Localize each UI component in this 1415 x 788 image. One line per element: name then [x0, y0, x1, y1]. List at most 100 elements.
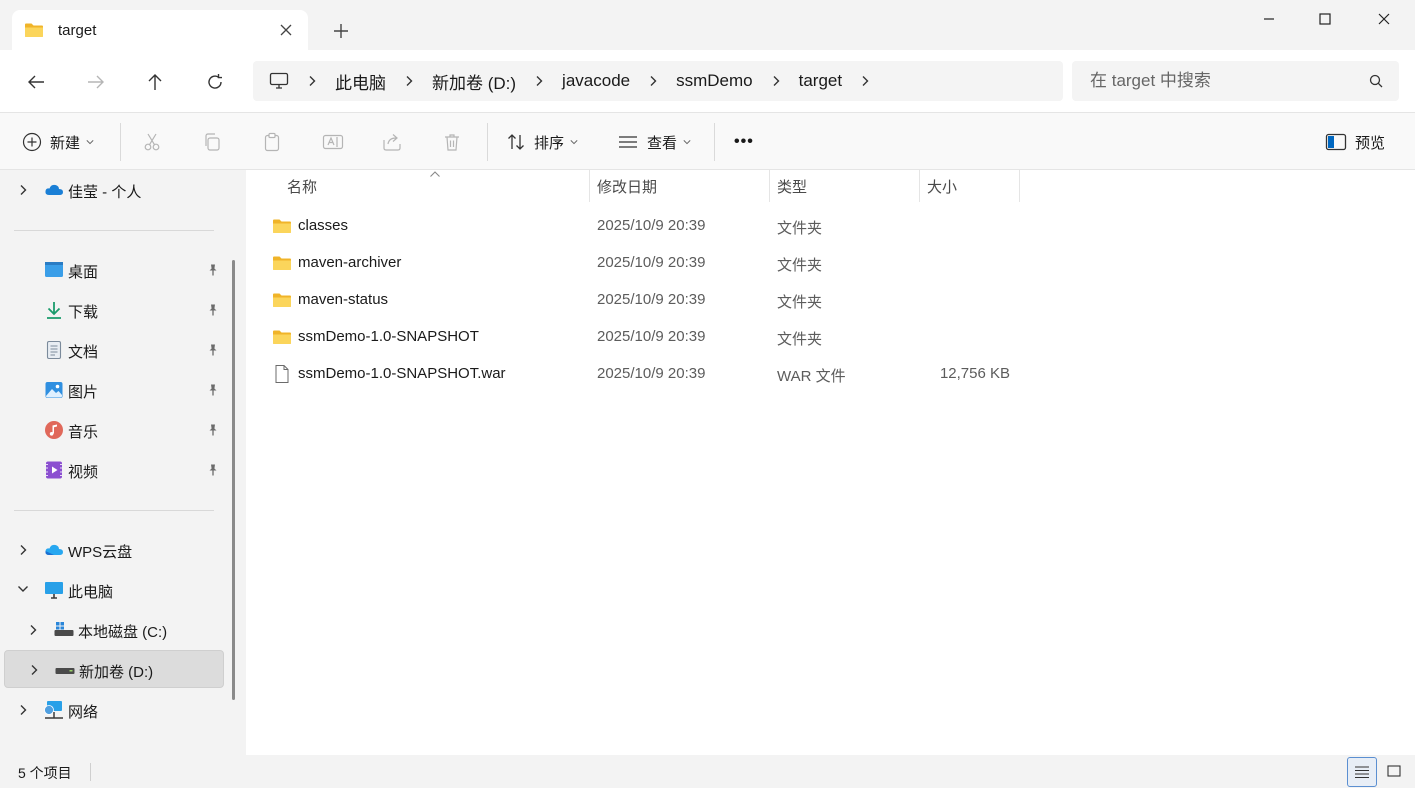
preview-pane-icon: [1325, 133, 1347, 151]
chevron-right-icon[interactable]: [534, 75, 544, 87]
close-icon[interactable]: [278, 22, 294, 38]
sidebar-item-onedrive[interactable]: 佳莹 - 个人: [4, 171, 224, 209]
file-icon: [275, 365, 289, 383]
sidebar-item-pictures[interactable]: 图片: [4, 371, 224, 409]
breadcrumb-drive-d[interactable]: 新加卷 (D:): [432, 69, 516, 94]
sidebar-item-drive-d[interactable]: 新加卷 (D:): [4, 650, 224, 688]
close-window-icon: [1378, 13, 1390, 25]
drive-icon: [55, 668, 75, 674]
breadcrumb-javacode[interactable]: javacode: [562, 71, 630, 91]
chevron-right-icon[interactable]: [648, 75, 658, 87]
sidebar-item-label: 佳莹 - 个人: [68, 184, 142, 201]
pin-icon[interactable]: [206, 303, 220, 317]
delete-button[interactable]: [442, 113, 462, 171]
sidebar-item-wps-cloud[interactable]: WPS云盘: [4, 531, 224, 569]
pin-icon[interactable]: [206, 343, 220, 357]
chevron-right-icon[interactable]: [18, 704, 28, 716]
view-button[interactable]: 查看: [617, 113, 691, 171]
search-box[interactable]: [1072, 61, 1399, 101]
details-view-button[interactable]: [1347, 757, 1377, 787]
chevron-right-icon[interactable]: [18, 184, 28, 196]
sort-ascending-icon: [430, 171, 440, 177]
table-row[interactable]: ssmDemo-1.0-SNAPSHOT 2025/10/9 20:39 文件夹: [266, 318, 1266, 355]
scissors-icon: [144, 133, 160, 151]
share-button[interactable]: [382, 113, 402, 171]
sidebar-item-network[interactable]: 网络: [4, 691, 224, 729]
address-bar[interactable]: 此电脑 新加卷 (D:) javacode ssmDemo target: [253, 61, 1063, 101]
chevron-right-icon[interactable]: [28, 624, 38, 636]
chevron-right-icon[interactable]: [404, 75, 414, 87]
new-label: 新建: [50, 134, 81, 152]
sidebar-item-downloads[interactable]: 下载: [4, 291, 224, 329]
music-icon: [45, 421, 63, 439]
chevron-right-icon[interactable]: [18, 544, 28, 556]
file-name: ssmDemo-1.0-SNAPSHOT: [298, 328, 479, 345]
sidebar-scrollbar[interactable]: [232, 260, 235, 700]
sidebar-item-videos[interactable]: 视频: [4, 451, 224, 489]
plus-icon[interactable]: [330, 20, 352, 42]
rename-button[interactable]: [322, 113, 344, 171]
pin-icon[interactable]: [206, 423, 220, 437]
sidebar-item-label: 桌面: [68, 264, 99, 281]
up-button[interactable]: [139, 66, 171, 98]
more-options-button[interactable]: •••: [734, 113, 754, 171]
sort-icon: [508, 134, 524, 150]
clipboard-icon: [264, 132, 280, 152]
breadcrumb-target[interactable]: target: [799, 71, 842, 91]
close-window-button[interactable]: [1354, 4, 1414, 34]
paste-button[interactable]: [262, 113, 282, 171]
tab-target[interactable]: target: [12, 10, 308, 50]
large-icons-view-button[interactable]: [1379, 757, 1409, 787]
sidebar-item-drive-c[interactable]: 本地磁盘 (C:): [4, 611, 224, 649]
table-row[interactable]: maven-archiver 2025/10/9 20:39 文件夹: [266, 244, 1266, 281]
column-header-type[interactable]: 类型: [770, 170, 920, 202]
chevron-right-icon[interactable]: [29, 664, 39, 676]
back-button[interactable]: [20, 66, 52, 98]
column-header-date[interactable]: 修改日期: [590, 170, 770, 202]
sort-button[interactable]: 排序: [506, 113, 578, 171]
sidebar-item-desktop[interactable]: 桌面: [4, 251, 224, 289]
pictures-icon: [45, 382, 63, 398]
forward-button[interactable]: [80, 66, 112, 98]
rename-icon: [322, 134, 344, 150]
desktop-icon: [45, 262, 63, 277]
breadcrumb-ssmdemo[interactable]: ssmDemo: [676, 71, 753, 91]
plus-circle-icon: [22, 132, 42, 152]
sidebar-item-label: 本地磁盘 (C:): [78, 624, 168, 641]
chevron-right-icon[interactable]: [771, 75, 781, 87]
cut-button[interactable]: [142, 113, 162, 171]
table-row[interactable]: classes 2025/10/9 20:39 文件夹: [266, 207, 1266, 244]
sidebar-item-this-pc[interactable]: 此电脑: [4, 571, 224, 609]
arrow-up-icon: [148, 74, 162, 90]
breadcrumb-this-pc[interactable]: 此电脑: [335, 69, 386, 94]
item-count: 5 个项目: [18, 765, 72, 781]
column-header-label: 大小: [927, 178, 958, 196]
search-icon[interactable]: [1369, 74, 1383, 88]
chevron-right-icon[interactable]: [860, 75, 870, 87]
column-header-label: 名称: [287, 178, 318, 196]
preview-pane-button[interactable]: 预览: [1325, 113, 1385, 171]
new-button[interactable]: 新建: [22, 113, 94, 171]
preview-label: 预览: [1355, 134, 1386, 152]
table-row[interactable]: maven-status 2025/10/9 20:39 文件夹: [266, 281, 1266, 318]
pin-icon[interactable]: [206, 463, 220, 477]
file-type: 文件夹: [777, 220, 823, 237]
pin-icon[interactable]: [206, 383, 220, 397]
chevron-down-icon[interactable]: [17, 585, 29, 593]
table-row[interactable]: ssmDemo-1.0-SNAPSHOT.war 2025/10/9 20:39…: [266, 355, 1266, 392]
copy-button[interactable]: [202, 113, 222, 171]
command-bar: 新建 排序 查看 ••• 预览: [0, 112, 1415, 170]
column-header-size[interactable]: 大小: [920, 170, 1020, 202]
minimize-button[interactable]: [1239, 4, 1299, 34]
file-list: 名称 修改日期 类型 大小 classes 2025/10/9 20:39 文件…: [246, 170, 1415, 755]
search-input[interactable]: [1090, 71, 1350, 91]
pin-icon[interactable]: [206, 263, 220, 277]
refresh-button[interactable]: [199, 66, 231, 98]
sidebar-item-documents[interactable]: 文档: [4, 331, 224, 369]
download-icon: [47, 302, 61, 319]
toolbar-divider: [714, 123, 715, 161]
folder-icon: [272, 328, 292, 346]
sidebar-item-music[interactable]: 音乐: [4, 411, 224, 449]
column-header-name[interactable]: 名称: [246, 170, 590, 202]
maximize-button[interactable]: [1295, 4, 1355, 34]
